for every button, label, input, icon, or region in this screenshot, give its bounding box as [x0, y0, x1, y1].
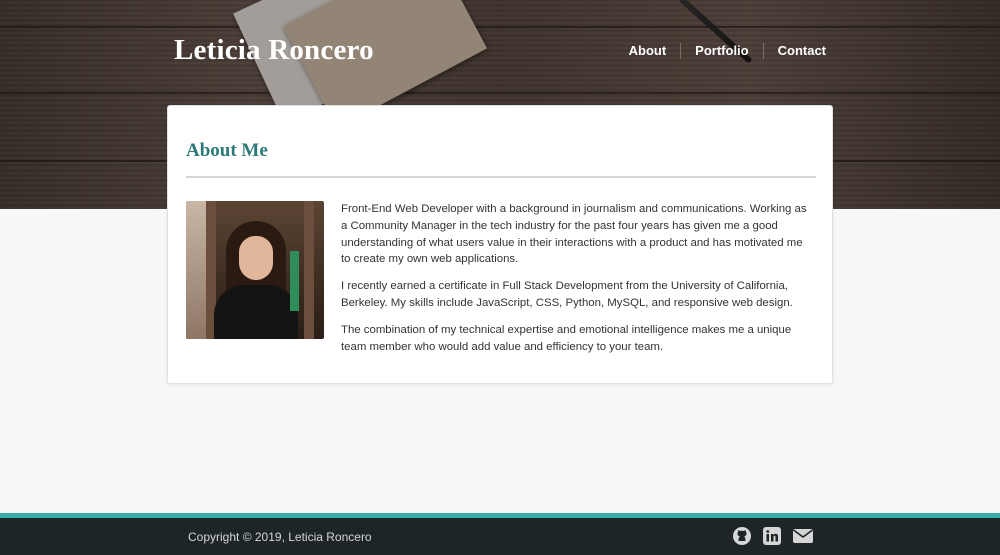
- photo-ribbon: [290, 251, 299, 311]
- social-links: [732, 526, 813, 546]
- profile-photo: [186, 201, 324, 339]
- nav-portfolio-link[interactable]: Portfolio: [680, 43, 762, 59]
- nav-contact-link[interactable]: Contact: [762, 43, 826, 59]
- site-title[interactable]: Leticia Roncero: [174, 34, 374, 67]
- about-card: About Me Front-End Web Developer with a …: [167, 105, 833, 384]
- bio-paragraph: I recently earned a certificate in Full …: [341, 280, 793, 309]
- about-heading: About Me: [186, 140, 268, 161]
- nav-about-link[interactable]: About: [615, 43, 681, 59]
- photo-face: [239, 236, 273, 280]
- bio-paragraph: Front-End Web Developer with a backgroun…: [341, 203, 807, 266]
- envelope-icon[interactable]: [792, 526, 813, 546]
- photo-shirt: [214, 285, 298, 339]
- site-footer: Copyright © 2019, Leticia Roncero: [0, 518, 1000, 555]
- github-icon[interactable]: [732, 526, 752, 546]
- bio-paragraph: The combination of my technical expertis…: [341, 323, 792, 353]
- copyright-text: Copyright © 2019, Leticia Roncero: [188, 530, 372, 544]
- linkedin-icon[interactable]: [762, 526, 782, 546]
- bio-text: Front-End Web Developer with a backgroun…: [341, 201, 813, 365]
- heading-divider: [186, 176, 816, 178]
- main-nav: About Portfolio Contact: [615, 43, 826, 59]
- photo-post: [304, 201, 314, 339]
